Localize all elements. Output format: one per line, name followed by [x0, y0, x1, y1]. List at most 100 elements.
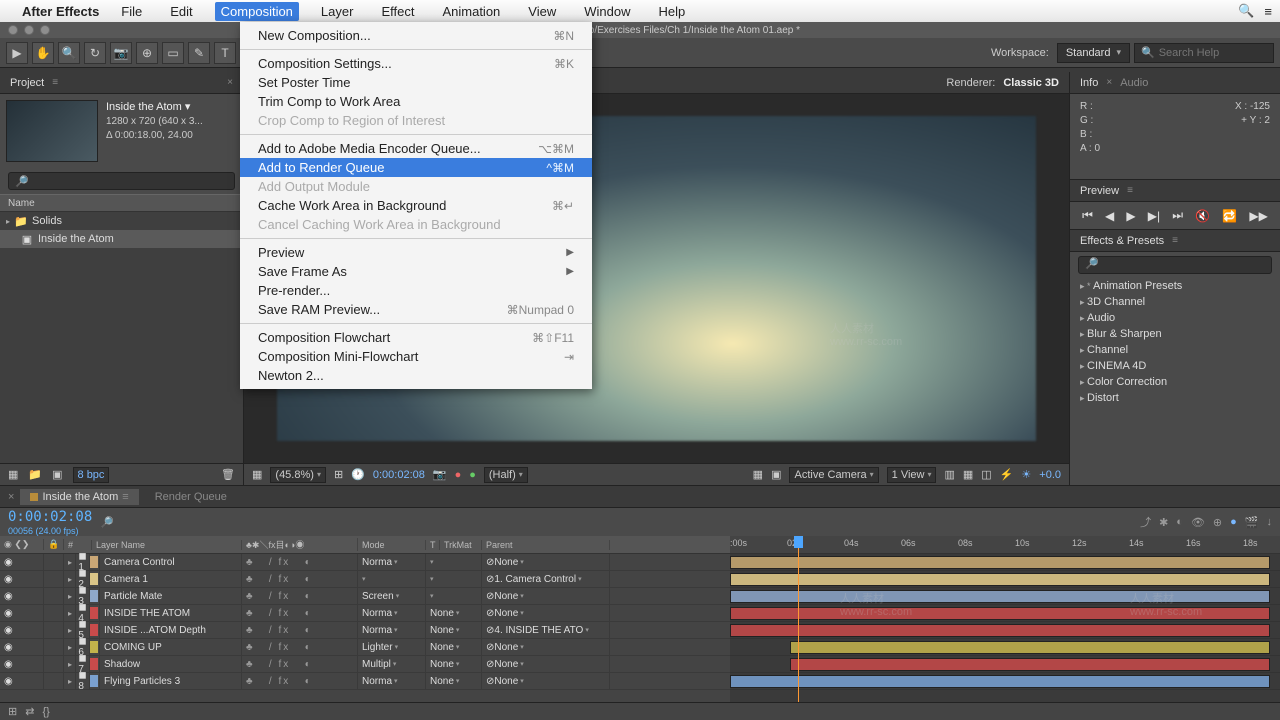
selection-tool-icon[interactable]: ▶	[6, 42, 28, 64]
info-close-icon[interactable]: ×	[1106, 77, 1112, 88]
layer-row[interactable]: ◉▸◼ 2Camera 1♣ / fx ◐▾ ▾⊘ 1. Camera Cont…	[0, 571, 730, 588]
panel-close-icon[interactable]: ×	[227, 77, 233, 88]
effects-item[interactable]: Color Correction	[1070, 374, 1280, 390]
new-folder-icon[interactable]: 📁	[28, 468, 42, 481]
fast-preview-icon[interactable]: ⚡	[1000, 468, 1014, 481]
visibility-icon[interactable]: ◉	[4, 676, 13, 687]
menu-layer[interactable]: Layer	[315, 2, 360, 21]
spotlight-icon[interactable]: 🔍	[1238, 3, 1254, 19]
tl-opt8-icon[interactable]: ↓	[1267, 516, 1273, 528]
zoom-tool-icon[interactable]: 🔍	[58, 42, 80, 64]
tl-opt5-icon[interactable]: ⊕	[1213, 516, 1222, 529]
viewer-timecode[interactable]: 0:00:02:08	[373, 469, 425, 481]
effects-search[interactable]: 🔎	[1078, 256, 1272, 274]
camera-dropdown[interactable]: Active Camera▾	[789, 467, 878, 483]
menubar-list-icon[interactable]: ≡	[1264, 4, 1272, 19]
exposure-icon[interactable]: ☀	[1021, 468, 1031, 481]
search-help[interactable]: 🔍	[1134, 43, 1274, 63]
project-item-comp[interactable]: ▣ Inside the Atom	[0, 230, 243, 248]
grid-icon[interactable]: ▦	[252, 468, 262, 481]
name-column[interactable]: Name	[8, 198, 35, 209]
prev-frame-icon[interactable]: ◀	[1105, 209, 1114, 223]
loop-icon[interactable]: 🔁	[1222, 209, 1237, 223]
rotate-tool-icon[interactable]: ↻	[84, 42, 106, 64]
tl-opt1-icon[interactable]: ⤴	[1140, 514, 1151, 530]
visibility-icon[interactable]: ◉	[4, 625, 13, 636]
zoom-window-icon[interactable]	[40, 25, 50, 35]
tl-toggle1-icon[interactable]: ⊞	[8, 705, 17, 718]
timeline-timecode[interactable]: 0:00:02:08	[8, 509, 92, 525]
menu-animation[interactable]: Animation	[436, 2, 506, 21]
menu-item[interactable]: Preview▶	[240, 243, 592, 262]
menu-item[interactable]: Pre-render...	[240, 281, 592, 300]
project-tab[interactable]: Project	[10, 77, 44, 89]
menu-file[interactable]: File	[115, 2, 148, 21]
tl-opt6-icon[interactable]: ●	[1230, 516, 1237, 528]
search-help-input[interactable]	[1159, 47, 1267, 59]
visibility-icon[interactable]: ◉	[4, 574, 13, 585]
layer-bar[interactable]	[730, 624, 1270, 637]
menu-item[interactable]: Composition Settings...⌘K	[240, 54, 592, 73]
layer-row[interactable]: ◉▸◼ 1Camera Control♣ / fx ◐Norma▾ ▾⊘ Non…	[0, 554, 730, 571]
trash-icon[interactable]: 🗑	[221, 468, 235, 481]
menu-effect[interactable]: Effect	[375, 2, 420, 21]
visibility-icon[interactable]: ◉	[4, 642, 13, 653]
layer-row[interactable]: ◉▸◼ 6COMING UP♣ / fx ◐Lighter▾None ▾⊘ No…	[0, 639, 730, 656]
effects-item[interactable]: 3D Channel	[1070, 294, 1280, 310]
renderer-value[interactable]: Classic 3D	[1003, 77, 1059, 89]
effects-item[interactable]: CINEMA 4D	[1070, 358, 1280, 374]
comp-thumbnail[interactable]	[6, 100, 98, 162]
play-icon[interactable]: ▶	[1126, 209, 1135, 223]
timeline-ruler[interactable]: :00s02s04s06s08s10s12s14s16s18s	[730, 536, 1280, 554]
layer-bar[interactable]	[730, 590, 1270, 603]
pixel-aspect-icon[interactable]: ◫	[981, 468, 991, 481]
timeline-tab-render[interactable]: Render Queue	[145, 489, 237, 505]
tl-opt7-icon[interactable]: 🎬	[1245, 516, 1259, 529]
preview-tab[interactable]: Preview	[1080, 185, 1119, 197]
visibility-icon[interactable]: ◉	[4, 591, 13, 602]
tl-toggle3-icon[interactable]: {}	[42, 706, 49, 718]
audio-tab[interactable]: Audio	[1120, 77, 1148, 89]
res-icon[interactable]: ⊞	[334, 468, 343, 481]
layer-bar[interactable]	[790, 641, 1270, 654]
project-search[interactable]: 🔎	[8, 172, 235, 190]
exposure-value[interactable]: +0.0	[1039, 469, 1061, 481]
layer-bar[interactable]	[730, 675, 1270, 688]
project-item-solids[interactable]: ▸ 📁 Solids	[0, 212, 243, 230]
menu-item[interactable]: Save Frame As▶	[240, 262, 592, 281]
menu-help[interactable]: Help	[652, 2, 691, 21]
layer-bar[interactable]	[730, 607, 1270, 620]
channel2-icon[interactable]: ●	[469, 469, 476, 481]
menu-view[interactable]: View	[522, 2, 562, 21]
pen-tool-icon[interactable]: ✎	[188, 42, 210, 64]
camera-tool-icon[interactable]: 📷	[110, 42, 132, 64]
hand-tool-icon[interactable]: ✋	[32, 42, 54, 64]
tl-opt3-icon[interactable]: ◐	[1176, 516, 1183, 528]
effects-item[interactable]: Blur & Sharpen	[1070, 326, 1280, 342]
comp-name[interactable]: Inside the Atom ▾	[106, 100, 203, 115]
menu-item[interactable]: Composition Mini-Flowchart⇥	[240, 347, 592, 366]
info-tab[interactable]: Info	[1080, 77, 1098, 89]
minimize-window-icon[interactable]	[24, 25, 34, 35]
layer-row[interactable]: ◉▸◼ 4INSIDE THE ATOM♣ / fx ◐Norma▾None ▾…	[0, 605, 730, 622]
new-comp-icon[interactable]: ▣	[52, 468, 62, 481]
menu-item[interactable]: Add to Adobe Media Encoder Queue...⌥⌘M	[240, 139, 592, 158]
snapshot-icon[interactable]: 📷	[433, 468, 447, 481]
playhead[interactable]	[798, 536, 799, 702]
menu-item[interactable]: Cache Work Area in Background⌘↵	[240, 196, 592, 215]
ram-preview-icon[interactable]: ▶▶	[1249, 209, 1267, 223]
panel-menu-icon[interactable]: ≡	[52, 77, 58, 88]
menu-item[interactable]: Save RAM Preview...⌘Numpad 0	[240, 300, 592, 319]
mute-icon[interactable]: 🔇	[1195, 209, 1210, 223]
close-window-icon[interactable]	[8, 25, 18, 35]
channel-icon[interactable]: ●	[455, 469, 462, 481]
3d-icon[interactable]: ▣	[771, 468, 781, 481]
last-frame-icon[interactable]: ⏭	[1172, 208, 1183, 223]
tl-toggle2-icon[interactable]: ⇄	[25, 705, 34, 718]
menu-edit[interactable]: Edit	[164, 2, 198, 21]
zoom-dropdown[interactable]: (45.8%)▾	[270, 467, 326, 483]
timeline-tab-comp[interactable]: Inside the Atom≡	[20, 489, 138, 505]
menu-item[interactable]: Newton 2...	[240, 366, 592, 385]
layer-row[interactable]: ◉▸◼ 3Particle Mate♣ / fx ◐Screen▾ ▾⊘ Non…	[0, 588, 730, 605]
menu-composition[interactable]: Composition	[215, 2, 299, 21]
